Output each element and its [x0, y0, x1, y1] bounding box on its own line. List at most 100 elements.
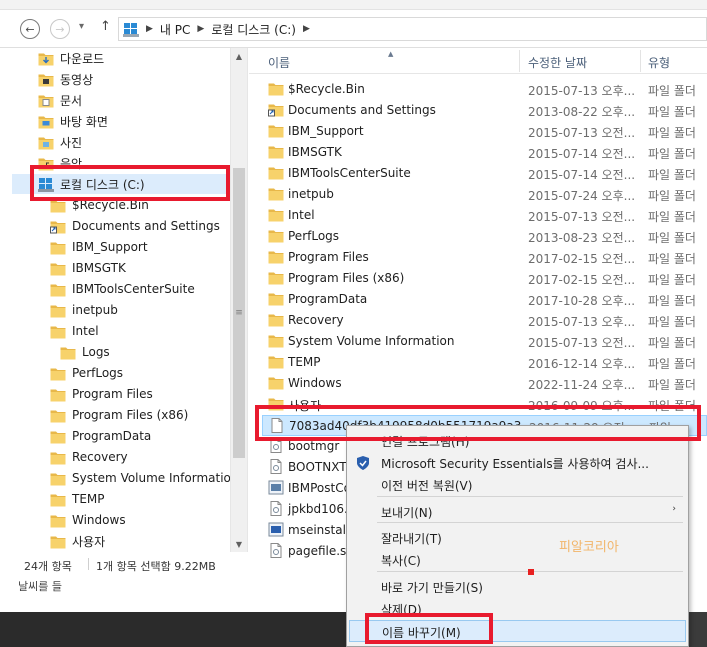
file-icon-wrap — [268, 396, 284, 414]
file-row[interactable]: Program Files (x86) 2017-02-15 오전... 파일 폴더 — [262, 268, 707, 289]
file-name: IBMToolsCenterSuite — [288, 166, 411, 180]
file-row[interactable]: PerfLogs 2013-08-23 오전... 파일 폴더 — [262, 226, 707, 247]
sidebar-item[interactable]: 문서 — [38, 90, 82, 110]
sidebar-item[interactable]: Logs — [60, 342, 110, 362]
sidebar-item[interactable]: 바탕 화면 — [38, 111, 108, 131]
sidebar-item[interactable]: Windows — [50, 510, 126, 530]
scrollbar-thumb[interactable]: ≡ — [233, 168, 245, 458]
file-type: 파일 폴더 — [648, 126, 696, 140]
context-menu-item[interactable]: Microsoft Security Essentials를 사용하여 검사..… — [349, 452, 686, 474]
file-row[interactable]: Recovery 2015-07-13 오후... 파일 폴더 — [262, 310, 707, 331]
back-button[interactable]: ← — [20, 19, 40, 39]
column-divider[interactable] — [519, 50, 520, 72]
documents-folder-icon — [38, 95, 54, 107]
file-row[interactable]: ProgramData 2017-10-28 오후... 파일 폴더 — [262, 289, 707, 310]
file-icon-wrap — [268, 144, 284, 162]
sidebar-item[interactable]: ProgramData — [50, 426, 151, 446]
file-name: System Volume Information — [288, 334, 455, 348]
up-button[interactable]: ↑ — [100, 19, 111, 34]
sidebar-item[interactable]: System Volume Information — [50, 468, 238, 488]
file-row[interactable]: IBMSGTK 2015-07-14 오전... 파일 폴더 — [262, 142, 707, 163]
file-row[interactable]: Intel 2015-07-13 오전... 파일 폴더 — [262, 205, 707, 226]
context-menu-item[interactable]: 연결 프로그램(H) — [349, 430, 686, 452]
column-name-header[interactable]: 이름 — [268, 54, 290, 71]
sidebar-item-label: inetpub — [72, 303, 118, 317]
file-icon — [271, 418, 283, 433]
file-row[interactable]: 사용자 2016-09-09 오후... 파일 폴더 — [262, 394, 707, 415]
address-bar[interactable]: ▶ 내 PC ▶ 로컬 디스크 (C:) ▶ — [118, 17, 707, 41]
scroll-down-arrow-icon[interactable]: ▼ — [231, 536, 247, 552]
context-menu-item[interactable]: 보내기(N) › — [349, 501, 686, 523]
red-marker — [528, 569, 534, 575]
context-menu-item[interactable]: 이전 버전 복원(V) — [349, 474, 686, 496]
file-icon-wrap — [268, 228, 284, 246]
context-menu-label: 삭제(D) — [381, 603, 422, 617]
chevron-right-icon[interactable]: ▶ — [303, 24, 310, 34]
sidebar-item[interactable]: Recovery — [50, 447, 128, 467]
sidebar-item-label: IBMSGTK — [72, 261, 126, 275]
column-divider[interactable] — [640, 50, 641, 72]
scroll-up-arrow-icon[interactable]: ▲ — [231, 48, 247, 64]
file-date: 2015-07-13 오후... — [528, 84, 636, 98]
context-menu-item[interactable]: 잘라내기(T) — [349, 527, 686, 549]
column-type-header[interactable]: 유형 — [648, 54, 670, 71]
sidebar-item[interactable]: inetpub — [50, 300, 118, 320]
context-menu-item[interactable]: 삭제(D) — [349, 598, 686, 620]
file-icon-wrap — [268, 459, 284, 477]
shortcut-icon — [50, 221, 66, 233]
file-date: 2015-07-14 오전... — [528, 168, 636, 182]
file-row[interactable]: TEMP 2016-12-14 오후... 파일 폴더 — [262, 352, 707, 373]
sidebar-item[interactable]: 사진 — [38, 132, 82, 152]
context-menu-item[interactable]: 복사(C) — [349, 549, 686, 571]
file-row[interactable]: Documents and Settings 2013-08-22 오후... 파일… — [262, 100, 707, 121]
sidebar-item[interactable]: Program Files (x86) — [50, 405, 188, 425]
file-row[interactable]: System Volume Information 2015-07-13 오전..… — [262, 331, 707, 352]
context-menu-item[interactable]: 이름 바꾸기(M) — [349, 620, 686, 642]
column-header: 이름 수정한 날짜 유형 — [249, 48, 707, 74]
chevron-right-icon[interactable]: ▶ — [146, 24, 153, 34]
file-row[interactable]: inetpub 2015-07-24 오후... 파일 폴더 — [262, 184, 707, 205]
forward-button[interactable]: → — [50, 19, 70, 39]
sidebar-item[interactable]: Program Files — [50, 384, 153, 404]
sidebar-item[interactable]: Intel — [50, 321, 99, 341]
sidebar-item-label: IBM_Support — [72, 240, 148, 254]
breadcrumb-my-pc[interactable]: 내 PC — [160, 21, 190, 38]
file-name: IBMPostCo — [288, 481, 351, 495]
file-row[interactable]: $Recycle.Bin 2015-07-13 오후... 파일 폴더 — [262, 79, 707, 100]
sidebar-item[interactable]: IBMToolsCenterSuite — [50, 279, 195, 299]
sidebar-item[interactable]: TEMP — [50, 489, 105, 509]
sidebar-item[interactable]: IBM_Support — [50, 237, 148, 257]
system-file-icon — [270, 501, 282, 516]
sidebar-item-label: Documents and Settings — [72, 219, 220, 233]
sidebar-item[interactable]: IBMSGTK — [50, 258, 126, 278]
sidebar-scrollbar[interactable]: ▲ ≡ ▼ — [230, 48, 247, 552]
sidebar-item-label: System Volume Information — [72, 471, 239, 485]
file-name: TEMP — [288, 355, 321, 369]
file-row[interactable]: Windows 2022-11-24 오후... 파일 폴더 — [262, 373, 707, 394]
desktop-folder-icon — [38, 116, 54, 128]
sidebar-item[interactable]: PerfLogs — [50, 363, 123, 383]
folder-icon — [50, 305, 66, 317]
sidebar-item[interactable]: 다운로드 — [38, 48, 104, 68]
file-row[interactable]: IBM_Support 2015-07-13 오전... 파일 폴더 — [262, 121, 707, 142]
sidebar-item[interactable]: 음악 — [38, 153, 82, 173]
file-date: 2016-09-09 오후... — [528, 399, 636, 413]
sidebar-item[interactable]: Documents and Settings — [50, 216, 220, 236]
column-date-header[interactable]: 수정한 날짜 — [528, 54, 587, 71]
breadcrumb-local-disk[interactable]: 로컬 디스크 (C:) — [211, 21, 296, 38]
sidebar-item[interactable]: $Recycle.Bin — [50, 195, 149, 215]
sidebar-item[interactable]: 사용자 — [50, 531, 105, 551]
file-row[interactable]: Program Files 2017-02-15 오전... 파일 폴더 — [262, 247, 707, 268]
context-menu-item[interactable]: 바로 가기 만들기(S) — [349, 576, 686, 598]
folder-icon — [268, 314, 284, 327]
file-row[interactable]: IBMToolsCenterSuite 2015-07-14 오전... 파일 폴더 — [262, 163, 707, 184]
file-type: 파일 폴더 — [648, 84, 696, 98]
sidebar-item-label: 문서 — [60, 93, 83, 108]
sidebar-item[interactable]: 동영상 — [38, 69, 93, 89]
folder-icon — [50, 284, 66, 296]
file-icon-wrap — [268, 375, 284, 393]
sidebar-item[interactable]: 로컬 디스크 (C:) — [12, 174, 230, 194]
chevron-right-icon[interactable]: ▶ — [197, 24, 204, 34]
recent-locations-button[interactable]: ▾ — [79, 21, 84, 32]
file-date: 2017-02-15 오전... — [528, 252, 636, 266]
